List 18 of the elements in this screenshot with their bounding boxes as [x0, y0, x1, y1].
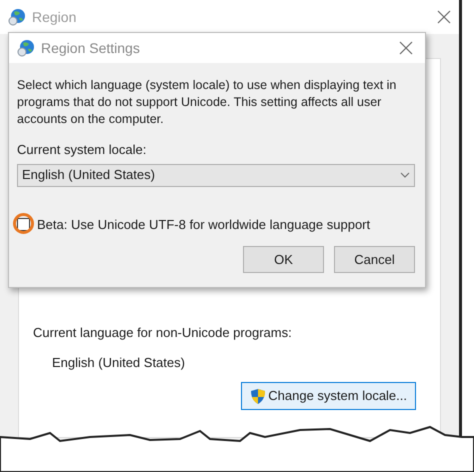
beta-option-label: Beta: Use Unicode UTF-8 for worldwide language support: [37, 216, 370, 234]
close-icon[interactable]: [399, 41, 413, 55]
beta-checkbox[interactable]: [17, 218, 30, 231]
dialog-button[interactable]: OK: [243, 246, 324, 273]
change-locale-button[interactable]: Change system locale...: [241, 382, 416, 410]
close-icon[interactable]: [437, 10, 451, 24]
language-value: English (United States): [52, 354, 186, 372]
language-label: Current language for non-Unicode programs:: [33, 324, 293, 342]
locale-label: Current system locale:: [17, 141, 148, 159]
dialog-button[interactable]: Cancel: [334, 246, 415, 273]
dialog-title: Region Settings: [41, 38, 141, 58]
shield-icon: [250, 388, 266, 404]
globe-icon: [17, 39, 35, 57]
description-text: Select which language (system locale) to use when displaying text in programs that do not support Unicode. This setting affects all user accounts on the computer.: [17, 77, 398, 128]
caret-icon: [400, 172, 410, 178]
window-title: Region: [32, 8, 78, 27]
globe-icon: [8, 8, 26, 26]
locale-dropdown[interactable]: English (United States): [17, 164, 415, 186]
